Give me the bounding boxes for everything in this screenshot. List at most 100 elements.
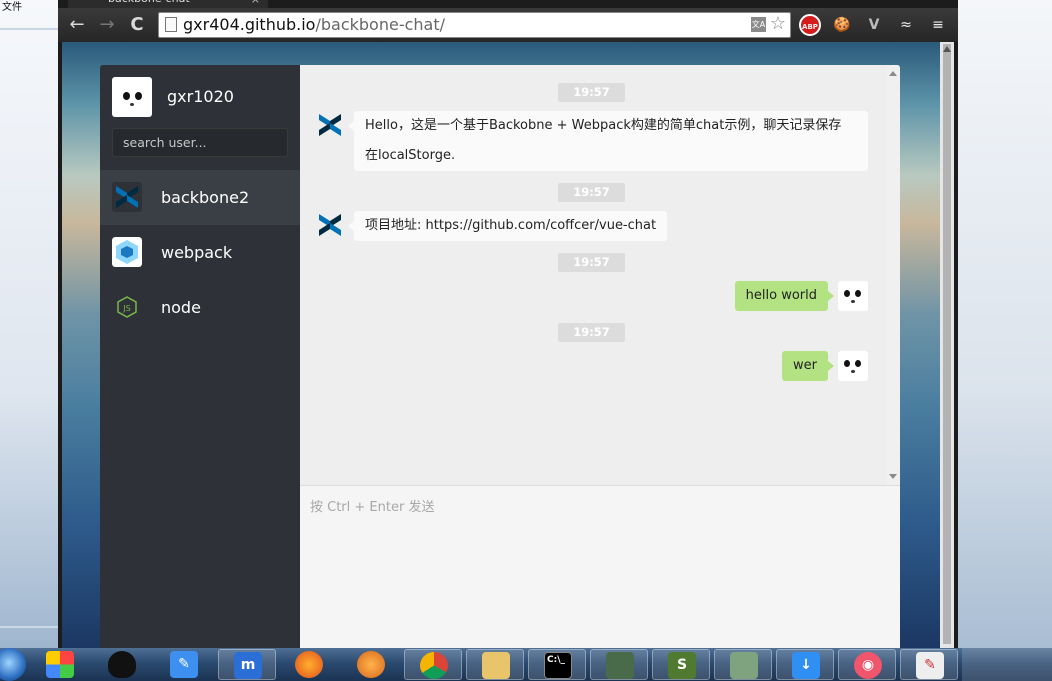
chrome-menu-icon[interactable]: ≡ [927, 14, 949, 36]
taskbar-firefox[interactable] [280, 649, 338, 680]
message-scrollbar[interactable] [886, 65, 900, 485]
message-text-line: Hello，这是一个基于Backobne + Webpack构建的简单chat示… [365, 118, 842, 133]
maxthon-icon: m [234, 652, 262, 679]
browser-tab[interactable]: backbone-chat × [68, 0, 268, 8]
taskbar-paint[interactable]: ✎ [900, 649, 958, 680]
address-bar[interactable]: gxr404.github.io/backbone-chat/ 文A ☆ [158, 12, 791, 38]
folder-icon [482, 652, 510, 679]
reload-icon[interactable]: C [126, 14, 148, 36]
message-bubble: 项目地址: https://github.com/coffcer/vue-cha… [348, 211, 668, 241]
svg-text:JS: JS [122, 304, 130, 313]
taskbar-maxthon[interactable]: m [218, 649, 276, 680]
message-time: 19:57 [558, 183, 625, 202]
taskbar-pinwheel-app[interactable] [31, 649, 89, 680]
vimium-icon[interactable]: V [863, 14, 885, 36]
browser-window: backbone-chat × ← → C gxr404.github.io/b… [58, 0, 958, 648]
pinwheel-icon [46, 651, 74, 678]
taskbar-cmd[interactable]: C:\_ [528, 649, 586, 680]
message-time: 19:57 [558, 253, 625, 272]
camera-icon: ◉ [854, 652, 882, 679]
message-composer [300, 485, 900, 648]
chat-panel: 19:57 Hello，这是一个基于Backobne + Webpack构建的简… [300, 65, 900, 648]
user-item-webpack[interactable]: webpack [100, 225, 300, 280]
backbone-avatar-icon [315, 210, 345, 240]
taskbar-image-tool[interactable] [714, 649, 772, 680]
self-avatar [838, 351, 868, 381]
user-item-backbone2[interactable]: backbone2 [100, 170, 300, 225]
user-item-node[interactable]: JS node [100, 280, 300, 335]
translate-icon[interactable]: 文A [751, 17, 766, 32]
nodejs-hexagon-icon: JS [112, 292, 142, 322]
message-time: 19:57 [558, 83, 625, 102]
notes-pen-icon: ✎ [170, 651, 198, 678]
scroll-down-icon[interactable] [889, 474, 897, 479]
message-text-line: 项目地址: https://github.com/coffcer/vue-cha… [365, 218, 657, 233]
taskbar-download[interactable]: ↓ [776, 649, 834, 680]
start-button[interactable] [0, 648, 26, 681]
command-prompt-icon: C:\_ [544, 652, 572, 679]
backbone-avatar-icon [315, 110, 345, 140]
address-url[interactable]: gxr404.github.io/backbone-chat/ [183, 15, 445, 35]
back-arrow-icon[interactable]: ← [66, 14, 88, 36]
extension-icon[interactable]: ≈ [895, 14, 917, 36]
message-time: 19:57 [558, 323, 625, 342]
windows-taskbar: ✎ m C:\_ S ↓ ◉ ✎ [0, 648, 1052, 681]
my-avatar [112, 77, 152, 117]
message-text-line: wer [793, 358, 817, 373]
tab-title: backbone-chat [108, 0, 190, 5]
thunderbird-icon [357, 651, 385, 678]
user-name-backbone2: backbone2 [161, 188, 250, 207]
taskbar-chrome[interactable] [404, 649, 462, 680]
s-app-icon: S [668, 652, 696, 679]
my-username: gxr1020 [167, 87, 234, 106]
bookmark-star-icon[interactable]: ☆ [770, 13, 786, 34]
desktop-background-left: 文件 [0, 0, 58, 648]
desktop-icon-label: 文件 [2, 2, 22, 13]
user-name-webpack: webpack [161, 243, 233, 262]
forward-arrow-icon[interactable]: → [96, 14, 118, 36]
desktop-stripe [0, 626, 58, 628]
message-bubble-self: hello world [734, 281, 834, 311]
adblock-plus-icon[interactable]: ABP [799, 14, 821, 36]
browser-toolbar: ← → C gxr404.github.io/backbone-chat/ 文A… [58, 8, 958, 42]
webpack-cube-icon [112, 237, 142, 267]
self-avatar [838, 281, 868, 311]
taskbar-notes[interactable]: ✎ [155, 649, 213, 680]
message-input[interactable] [310, 496, 880, 646]
message-bubble-self: wer [782, 351, 834, 381]
chat-app: gxr1020 backbone2 [100, 65, 900, 648]
tab-close-icon[interactable]: × [251, 0, 260, 6]
desktop-stripe [0, 28, 58, 30]
system-tray [962, 648, 1052, 681]
taskbar-sublime[interactable]: S [652, 649, 710, 680]
taskbar-qq[interactable] [93, 649, 151, 680]
sidebar: gxr1020 backbone2 [100, 65, 300, 648]
address-path: /backbone-chat/ [315, 15, 445, 34]
message-text-line: 在localStorge. [365, 148, 456, 163]
chrome-icon [420, 652, 448, 679]
taskbar-explorer[interactable] [466, 649, 524, 680]
evernote-elephant-icon [606, 652, 634, 679]
taskbar-camera[interactable]: ◉ [838, 649, 896, 680]
search-input[interactable] [112, 128, 288, 157]
firefox-icon [295, 651, 323, 678]
taskbar-evernote[interactable] [590, 649, 648, 680]
page-scroll-thumb[interactable] [943, 44, 951, 644]
cookie-extension-icon[interactable]: 🍪 [831, 14, 853, 36]
message-text-line: hello world [745, 288, 817, 303]
backbone-logo-icon [112, 182, 142, 212]
page-viewport: gxr1020 backbone2 [62, 42, 940, 648]
paint-brush-icon: ✎ [916, 652, 944, 679]
user-name-node: node [161, 298, 201, 317]
message-bubble: Hello，这是一个基于Backobne + Webpack构建的简单chat示… [348, 111, 868, 171]
scroll-up-icon[interactable] [889, 71, 897, 76]
message-list[interactable]: 19:57 Hello，这是一个基于Backobne + Webpack构建的简… [300, 65, 900, 485]
address-host: gxr404.github.io [183, 15, 316, 34]
scroll-up-icon[interactable] [943, 46, 951, 52]
taskbar-thunderbird[interactable] [342, 649, 400, 680]
desktop-background-right [958, 0, 1052, 648]
image-tool-icon [730, 652, 758, 679]
page-scrollbar[interactable] [940, 42, 954, 648]
qq-penguin-icon [108, 651, 136, 678]
page-icon [165, 17, 177, 32]
